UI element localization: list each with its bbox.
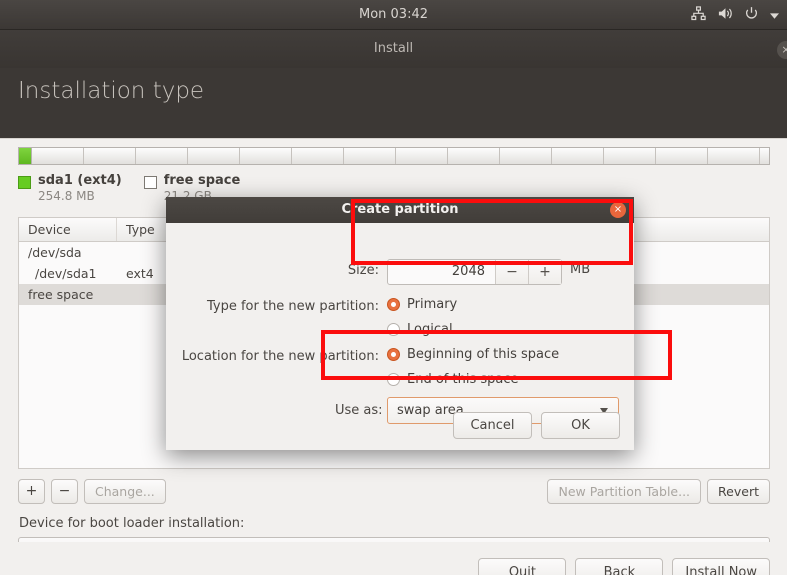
radio-indicator-icon (387, 348, 400, 361)
network-icon[interactable] (691, 6, 706, 24)
footer-buttons: Quit Back Install Now (478, 558, 770, 575)
disk-usage-bar (18, 147, 770, 165)
quit-button[interactable]: Quit (478, 558, 567, 575)
radio-primary[interactable]: Primary (387, 297, 457, 312)
dialog-buttons: Cancel OK (453, 412, 620, 439)
window-titlebar: Install × (0, 30, 787, 68)
partition-type-label: Type for the new partition: (206, 299, 379, 314)
remove-partition-button[interactable]: − (51, 479, 78, 504)
panel-indicators (691, 0, 779, 30)
partition-toolbar-right: New Partition Table... Revert (547, 479, 770, 504)
legend-swatch-icon (18, 176, 31, 189)
screen: Mon 03:42 Install × Installation type sd… (0, 0, 787, 575)
dialog-titlebar: Create partition × (166, 197, 634, 223)
chevron-down-icon[interactable] (770, 7, 779, 23)
window-title: Install (373, 41, 414, 56)
legend-size: 254.8 MB (38, 189, 95, 203)
change-partition-button[interactable]: Change... (84, 479, 166, 504)
radio-indicator-icon (387, 298, 400, 311)
radio-logical[interactable]: Logical (387, 322, 453, 337)
legend-label: sda1 (ext4) (38, 173, 122, 188)
clock[interactable]: Mon 03:42 (0, 0, 787, 30)
legend-swatch-icon (143, 176, 157, 189)
radio-beginning-of-space[interactable]: Beginning of this space (387, 347, 559, 362)
dialog-title: Create partition (341, 202, 459, 217)
install-now-button[interactable]: Install Now (672, 558, 770, 575)
partition-toolbar-left: + − Change... (18, 479, 166, 504)
new-partition-table-button[interactable]: New Partition Table... (547, 479, 702, 504)
legend-item: sda1 (ext4) 254.8 MB (18, 173, 122, 203)
size-input[interactable]: 2048 − + (387, 259, 562, 285)
revert-button[interactable]: Revert (707, 479, 770, 504)
size-unit-label: MB (570, 262, 591, 277)
bootloader-label: Device for boot loader installation: (19, 516, 245, 531)
installer-window: Install × Installation type sda1 (ext4) … (0, 30, 787, 575)
back-button[interactable]: Back (575, 558, 664, 575)
legend-label: free space (163, 173, 241, 188)
use-as-label: Use as: (335, 403, 383, 418)
radio-indicator-icon (387, 323, 400, 336)
cell-device: /dev/sda (28, 245, 82, 260)
ok-button[interactable]: OK (541, 412, 620, 439)
size-decrement-button[interactable]: − (495, 260, 528, 284)
create-partition-dialog: Create partition × Size: 2048 − + MB Typ… (166, 197, 634, 450)
size-value[interactable]: 2048 (388, 260, 495, 284)
disk-bar-ticks (32, 148, 769, 164)
radio-indicator-icon (387, 373, 400, 386)
dialog-close-icon[interactable]: × (610, 202, 626, 218)
radio-label: Primary (407, 297, 458, 312)
partition-location-label: Location for the new partition: (181, 349, 379, 364)
cancel-button[interactable]: Cancel (453, 412, 532, 439)
disk-segment-free (32, 148, 769, 164)
radio-label: Beginning of this space (407, 347, 560, 362)
power-icon[interactable] (744, 6, 759, 24)
column-header-type[interactable]: Type (117, 218, 169, 241)
cell-device: /dev/sda1 (35, 266, 97, 281)
volume-icon[interactable] (717, 6, 733, 24)
system-panel: Mon 03:42 (0, 0, 787, 30)
radio-label: End of this space (407, 372, 519, 387)
size-label: Size: (347, 263, 379, 278)
dialog-body: Size: 2048 − + MB Type for the new parti… (166, 223, 634, 450)
radio-label: Logical (407, 322, 453, 337)
add-partition-button[interactable]: + (18, 479, 45, 504)
page-title: Installation type (18, 78, 205, 104)
footer-bar: Quit Back Install Now (0, 542, 787, 575)
radio-end-of-space[interactable]: End of this space (387, 372, 519, 387)
column-header-device[interactable]: Device (19, 218, 117, 241)
size-increment-button[interactable]: + (528, 260, 561, 284)
disk-segment-sda1 (19, 148, 32, 164)
cell-device: free space (28, 287, 94, 302)
cell-type: ext4 (126, 266, 154, 281)
